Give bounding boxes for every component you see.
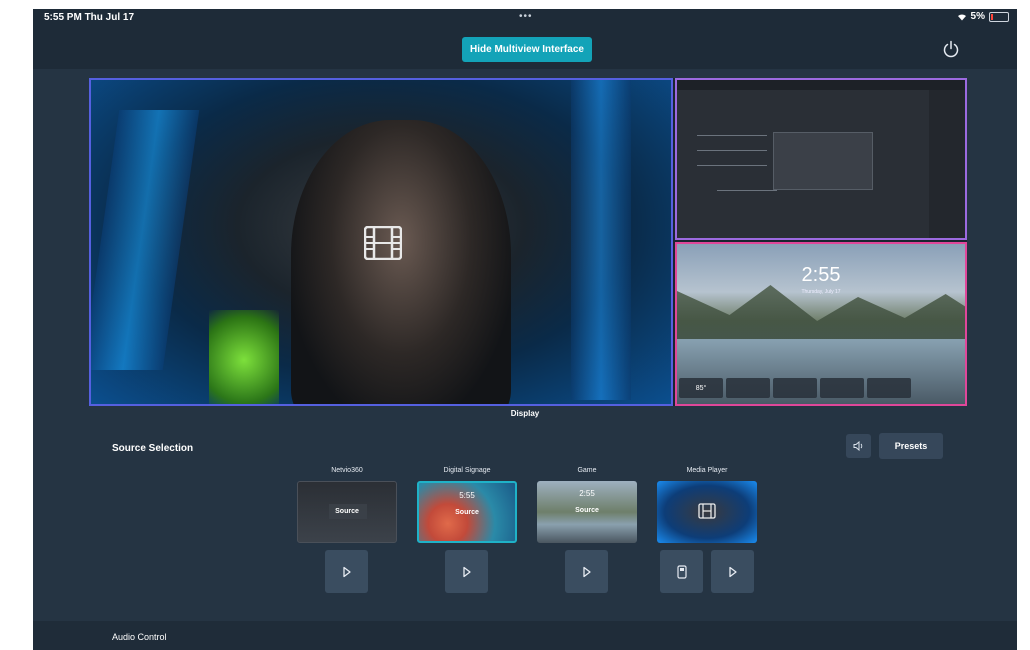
performer-image <box>291 120 511 404</box>
multitask-dots[interactable]: ••• <box>519 11 533 22</box>
source-thumb-media-player[interactable] <box>657 481 757 543</box>
status-time: 5:55 PM Thu Jul 17 <box>44 12 135 23</box>
thumb-clock: 5:55 <box>459 491 475 500</box>
lockscreen-date: Thursday, July 17 <box>801 289 841 295</box>
desktop-app-view[interactable] <box>675 78 967 240</box>
battery-icon <box>989 11 1009 22</box>
status-right: 5% <box>957 11 1009 22</box>
film-icon <box>698 503 716 519</box>
lockscreen-view[interactable]: 2:55 Thursday, July 17 85° <box>675 242 967 406</box>
play-icon <box>728 566 737 577</box>
ipad-screen: 5:55 PM Thu Jul 17 ••• 5% Hide Multiview… <box>33 9 1017 650</box>
power-icon[interactable] <box>942 40 960 58</box>
remote-icon <box>676 564 687 579</box>
thumb-clock: 2:55 <box>579 489 595 498</box>
source-overlay: Source <box>455 509 479 516</box>
play-icon <box>582 566 591 577</box>
hide-multiview-button[interactable]: Hide Multiview Interface <box>462 37 592 62</box>
source-name-media-player: Media Player <box>686 467 728 474</box>
mini-app-toolbar <box>677 80 965 90</box>
play-button-media-player[interactable] <box>711 550 754 593</box>
source-overlay: Source <box>575 507 599 514</box>
mini-sidebar <box>929 90 965 238</box>
display-label: Display <box>510 409 540 418</box>
audio-control-title: Audio Control <box>112 632 167 642</box>
play-button-game[interactable] <box>565 550 608 593</box>
source-name-digital-signage: Digital Signage <box>443 467 491 474</box>
film-icon <box>364 226 402 260</box>
source-thumb-game[interactable]: 2:55 Source <box>537 481 637 543</box>
source-thumb-digital-signage[interactable]: 5:55 Source <box>417 481 517 543</box>
source-name-game: Game <box>577 467 597 474</box>
volume-button[interactable] <box>846 434 871 458</box>
wifi-icon <box>957 13 966 20</box>
lockscreen-widgets: 85° <box>679 378 911 398</box>
play-button-netvio360[interactable] <box>325 550 368 593</box>
top-bar: 5:55 PM Thu Jul 17 ••• 5% Hide Multiview… <box>33 9 1017 69</box>
audio-control-section <box>33 621 1017 650</box>
battery-percent: 5% <box>970 11 985 22</box>
source-thumb-netvio360[interactable]: Source <box>297 481 397 543</box>
play-icon <box>462 566 471 577</box>
multiview-display: 2:55 Thursday, July 17 85° <box>89 78 967 406</box>
mini-dialog <box>773 132 873 190</box>
play-button-digital-signage[interactable] <box>445 550 488 593</box>
presets-button[interactable]: Presets <box>879 433 943 459</box>
source-selection-title: Source Selection <box>112 443 194 454</box>
remote-button-media-player[interactable] <box>660 550 703 593</box>
lockscreen-clock: 2:55 <box>801 264 841 286</box>
main-video-view[interactable] <box>89 78 673 406</box>
play-icon <box>342 566 351 577</box>
weather-widget: 85° <box>679 378 723 398</box>
speaker-icon <box>853 441 862 451</box>
source-overlay: Source <box>335 508 359 515</box>
source-name-netvio360: Netvio360 <box>331 467 363 474</box>
